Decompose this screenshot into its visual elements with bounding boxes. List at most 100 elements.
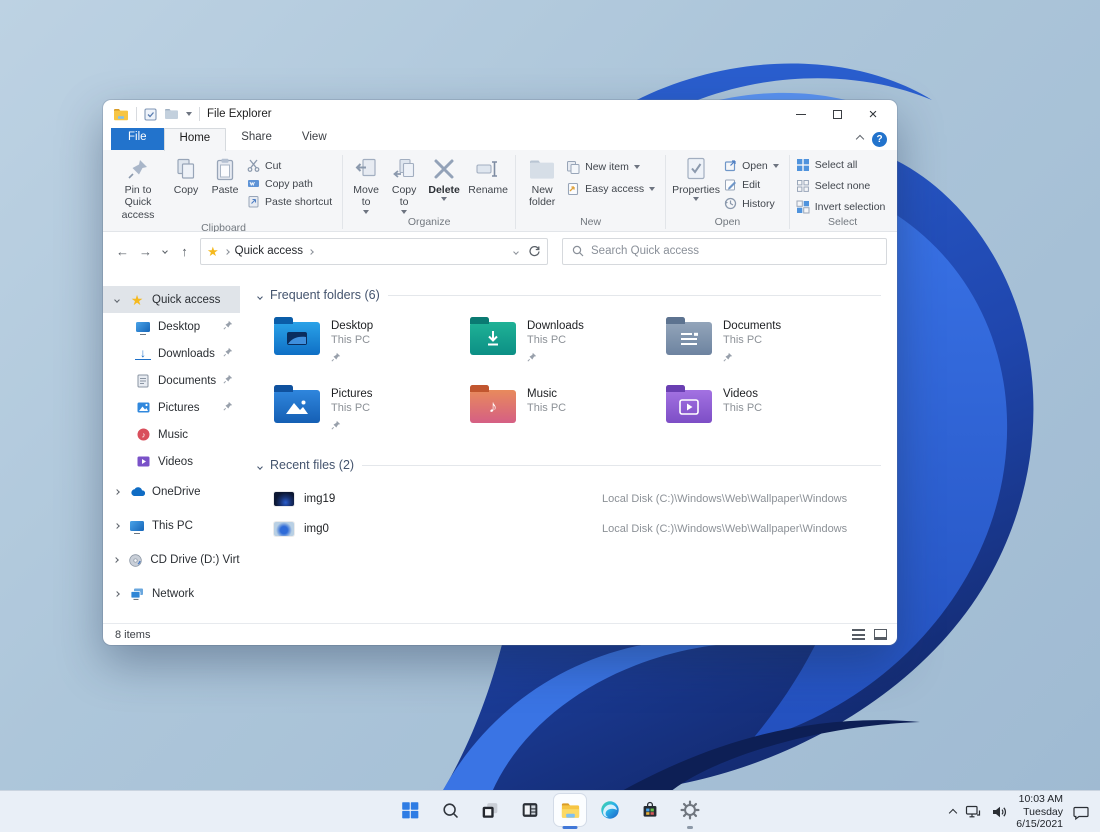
- address-bar[interactable]: ★ Quick access: [200, 237, 548, 265]
- invert-selection-button[interactable]: Invert selection: [794, 199, 892, 215]
- edge-button[interactable]: [594, 794, 626, 826]
- folder-tile-documents[interactable]: Documents This PC: [666, 314, 862, 372]
- taskbar-clock[interactable]: 10:03 AM Tuesday 6/15/2021: [1016, 793, 1063, 831]
- expand-chevron-icon[interactable]: [112, 296, 122, 303]
- store-icon: [643, 801, 657, 817]
- new-folder-button[interactable]: New folder: [520, 153, 564, 209]
- sidebar-item-videos[interactable]: Videos: [103, 448, 240, 475]
- new-item-button[interactable]: New item: [564, 159, 661, 175]
- collapse-section-icon[interactable]: [257, 288, 263, 302]
- collapse-ribbon-icon[interactable]: [855, 133, 865, 145]
- search-input[interactable]: [591, 245, 877, 257]
- pin-to-quick-access-button[interactable]: Pin to Quick access: [109, 153, 167, 221]
- sidebar-item-onedrive[interactable]: OneDrive: [103, 475, 240, 509]
- folder-tile-downloads[interactable]: Downloads This PC: [470, 314, 666, 372]
- frequent-folders-grid: Desktop This PC Downloads This PC Docume…: [274, 314, 881, 440]
- settings-button[interactable]: [674, 794, 706, 826]
- sidebar-item-this-pc[interactable]: This PC: [103, 509, 240, 543]
- properties-button[interactable]: Properties: [670, 153, 722, 202]
- expand-chevron-icon[interactable]: [112, 523, 122, 529]
- widgets-icon: [522, 803, 538, 817]
- tab-share[interactable]: Share: [226, 128, 287, 150]
- paste-shortcut-button[interactable]: Paste shortcut: [245, 194, 338, 209]
- cut-button[interactable]: Cut: [245, 158, 338, 173]
- qat-customize-dropdown-icon[interactable]: [186, 108, 192, 120]
- copy-path-button[interactable]: Copy path: [245, 176, 338, 191]
- forward-button[interactable]: →: [134, 239, 157, 263]
- select-all-button[interactable]: Select all: [794, 157, 892, 173]
- search-box[interactable]: [562, 237, 887, 265]
- volume-icon[interactable]: [991, 804, 1007, 820]
- documents-folder-icon: [666, 317, 712, 355]
- expand-chevron-icon[interactable]: [112, 489, 122, 495]
- folder-tile-pictures[interactable]: Pictures This PC: [274, 382, 470, 440]
- open-button[interactable]: Open: [722, 158, 785, 173]
- folder-tile-music[interactable]: ♪ Music This PC: [470, 382, 666, 440]
- folder-tile-desktop[interactable]: Desktop This PC: [274, 314, 470, 372]
- sidebar-item-documents[interactable]: Documents: [103, 367, 240, 394]
- sidebar-item-music[interactable]: ♪ Music: [103, 421, 240, 448]
- sidebar-item-quick-access[interactable]: ★ Quick access: [103, 286, 240, 313]
- collapse-section-icon[interactable]: [257, 458, 263, 472]
- tray-overflow-chevron-icon[interactable]: [949, 803, 958, 821]
- tab-file[interactable]: File: [111, 128, 164, 150]
- start-button[interactable]: [394, 794, 426, 826]
- network-icon[interactable]: [965, 804, 982, 820]
- copy-path-icon: [248, 180, 259, 187]
- search-button[interactable]: [434, 794, 466, 826]
- rename-icon: [476, 156, 500, 182]
- paste-button[interactable]: Paste: [205, 153, 245, 196]
- divider: [199, 107, 200, 121]
- desktop-icon: [135, 319, 151, 335]
- help-icon[interactable]: ?: [872, 131, 887, 147]
- store-button[interactable]: [634, 794, 666, 826]
- copy-to-button[interactable]: Copy to: [385, 153, 423, 214]
- recent-files-list: img19 Local Disk (C:)\Windows\Web\Wallpa…: [274, 484, 881, 544]
- status-bar: 8 items: [103, 623, 897, 645]
- qat-properties-icon[interactable]: [144, 107, 157, 121]
- widgets-button[interactable]: [514, 794, 546, 826]
- up-button[interactable]: ↑: [173, 239, 196, 263]
- expand-chevron-icon[interactable]: [112, 591, 122, 597]
- history-button[interactable]: History: [722, 196, 785, 211]
- maximize-button[interactable]: [819, 101, 855, 127]
- folder-tile-videos[interactable]: Videos This PC: [666, 382, 862, 440]
- details-view-icon[interactable]: [852, 629, 865, 640]
- file-explorer-button[interactable]: [554, 794, 586, 826]
- network-icon: [129, 586, 145, 602]
- task-view-button[interactable]: [474, 794, 506, 826]
- delete-button[interactable]: Delete: [423, 153, 465, 202]
- dropdown-caret: [363, 209, 370, 214]
- sidebar-item-downloads[interactable]: ↓ Downloads: [103, 340, 240, 367]
- sidebar-item-desktop[interactable]: Desktop: [103, 313, 240, 340]
- large-icons-view-icon[interactable]: [874, 629, 887, 640]
- breadcrumb[interactable]: Quick access: [235, 245, 303, 257]
- history-icon: [724, 197, 737, 210]
- quick-access-star-icon: ★: [130, 291, 144, 308]
- minimize-button[interactable]: [783, 101, 819, 127]
- sidebar-item-pictures[interactable]: Pictures: [103, 394, 240, 421]
- move-to-button[interactable]: Move to: [347, 153, 385, 214]
- select-none-button[interactable]: Select none: [794, 178, 892, 194]
- close-button[interactable]: ×: [855, 101, 891, 127]
- breadcrumb-chevron-icon[interactable]: [308, 245, 314, 257]
- sidebar-item-network[interactable]: Network: [103, 577, 240, 611]
- recent-locations-dropdown[interactable]: [157, 239, 173, 263]
- rename-button[interactable]: Rename: [465, 153, 511, 196]
- notification-center-icon[interactable]: [1072, 803, 1090, 821]
- back-button[interactable]: ←: [111, 239, 134, 263]
- easy-access-button[interactable]: Easy access: [564, 181, 661, 197]
- address-dropdown-icon[interactable]: [513, 245, 519, 257]
- expand-chevron-icon[interactable]: [112, 557, 120, 563]
- refresh-icon[interactable]: [528, 245, 541, 258]
- copy-to-icon: [393, 156, 415, 182]
- cd-drive-icon: [127, 552, 143, 568]
- tab-view[interactable]: View: [287, 128, 342, 150]
- qat-new-folder-icon[interactable]: [164, 108, 179, 120]
- edit-button[interactable]: Edit: [722, 177, 785, 192]
- sidebar-item-cd-drive[interactable]: CD Drive (D:) Virtuall: [103, 543, 240, 577]
- recent-file-row[interactable]: img0 Local Disk (C:)\Windows\Web\Wallpap…: [274, 514, 881, 544]
- tab-home[interactable]: Home: [163, 128, 227, 151]
- recent-file-row[interactable]: img19 Local Disk (C:)\Windows\Web\Wallpa…: [274, 484, 881, 514]
- copy-button[interactable]: Copy: [167, 153, 205, 196]
